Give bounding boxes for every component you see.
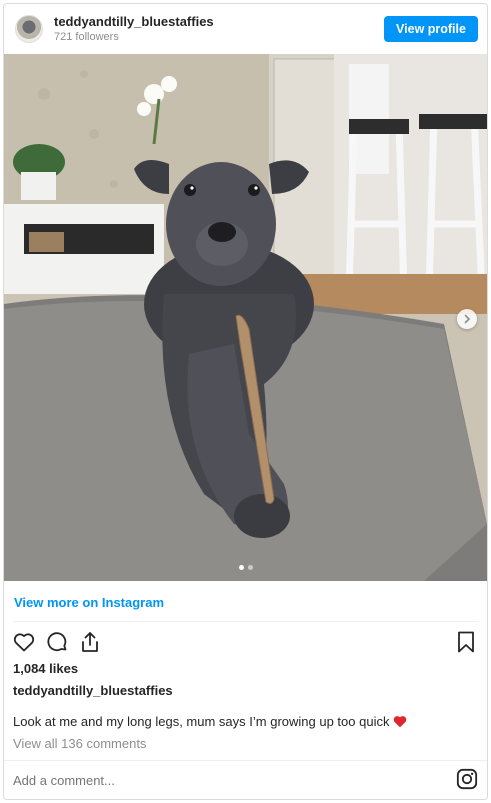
like-button[interactable] [12,630,36,654]
carousel-indicator [238,565,253,570]
add-comment-input[interactable] [13,773,313,788]
dog-photo [4,54,487,581]
instagram-logo-icon[interactable] [456,768,478,790]
carousel-dot [247,565,253,570]
profile-avatar[interactable] [15,15,43,43]
divider [4,760,487,761]
carousel-dot-active [238,565,244,570]
heart-icon [13,633,35,652]
action-bar [12,630,102,654]
followers-count: 721 followers [54,31,119,43]
red-heart-emoji-icon [394,716,407,728]
bookmark-icon [458,631,474,653]
divider [13,621,478,622]
post-header: teddyandtilly_bluestaffies 721 followers… [4,4,487,54]
view-profile-button[interactable]: View profile [384,16,478,42]
caption: Look at me and my long legs, mum says I’… [13,714,407,729]
caption-username[interactable]: teddyandtilly_bluestaffies [13,683,173,698]
share-button[interactable] [78,630,102,654]
comment-icon [47,632,67,652]
caption-text: Look at me and my long legs, mum says I’… [13,714,390,729]
view-all-comments-link[interactable]: View all 136 comments [13,736,146,751]
save-button[interactable] [454,630,478,654]
comment-button[interactable] [45,630,69,654]
header-username[interactable]: teddyandtilly_bluestaffies [54,14,214,29]
carousel-next-button[interactable] [457,309,477,329]
view-more-link[interactable]: View more on Instagram [14,595,164,610]
chevron-right-icon [464,314,471,324]
instagram-embed-card: teddyandtilly_bluestaffies 721 followers… [3,3,488,800]
likes-count[interactable]: 1,084 likes [13,661,78,676]
post-photo[interactable] [4,54,487,581]
share-icon [82,632,98,652]
